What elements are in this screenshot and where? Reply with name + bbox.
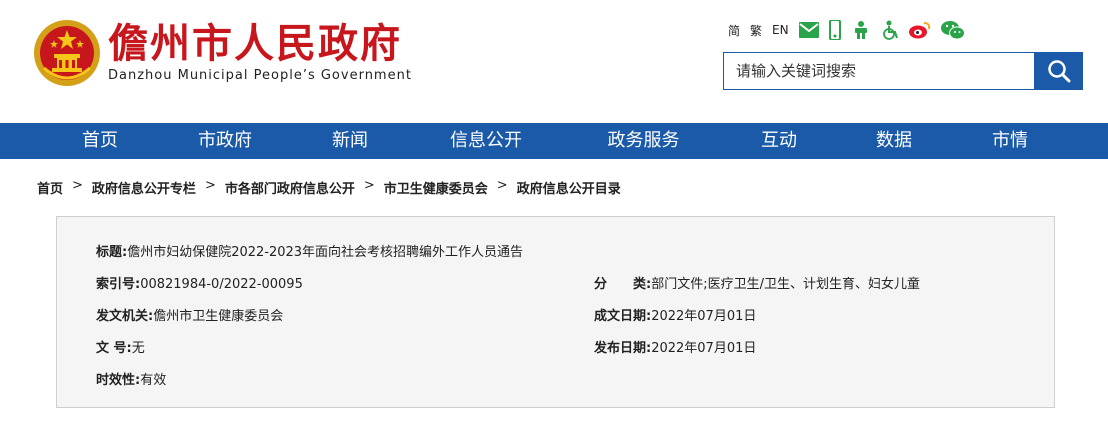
nav-item-news[interactable]: 新闻 [310,123,390,159]
info-created-row: 成文日期:2022年07月01日 [594,305,756,324]
info-docno-row: 文 号:无 [96,337,145,356]
info-validity-row: 时效性:有效 [96,369,166,388]
lang-traditional-link[interactable]: 繁 [750,22,762,39]
search-button[interactable] [1034,52,1083,90]
nav-item-info-disclosure[interactable]: 信息公开 [436,123,536,159]
mail-icon[interactable] [798,22,819,38]
breadcrumb-separator: > [204,178,216,193]
breadcrumb-home[interactable]: 首页 [37,178,63,197]
header-tools: 简 繁 EN [728,20,965,40]
info-docno-value: 无 [131,341,145,356]
nav-item-data[interactable]: 数据 [854,123,934,159]
info-category-row: 分 类:部门文件;医疗卫生/卫生、计划生育、妇女儿童 [594,273,920,292]
breadcrumb-separator: > [496,178,508,193]
wheelchair-icon[interactable] [881,20,899,40]
nav-item-interaction[interactable]: 互动 [739,123,819,159]
info-published-row: 发布日期:2022年07月01日 [594,337,756,356]
info-docno-label: 文 号: [96,341,132,356]
info-validity-value: 有效 [140,373,167,388]
search-input[interactable] [723,52,1034,90]
lang-english-link[interactable]: EN [772,23,789,37]
search-bar [723,52,1083,90]
breadcrumb-health-commission[interactable]: 市卫生健康委员会 [384,178,488,197]
nav-item-city-info[interactable]: 市情 [970,123,1050,159]
nav-item-home[interactable]: 首页 [60,123,140,159]
weibo-icon[interactable] [908,21,931,39]
breadcrumb-info-column[interactable]: 政府信息公开专栏 [92,178,196,197]
site-logo[interactable]: 儋州市人民政府 Danzhou Municipal People’s Gover… [32,18,412,88]
breadcrumb-departments[interactable]: 市各部门政府信息公开 [225,178,355,197]
header: 儋州市人民政府 Danzhou Municipal People’s Gover… [0,0,1108,123]
info-index-label: 索引号: [96,277,141,292]
info-index-row: 索引号:00821984-0/2022-00095 [96,273,303,292]
info-category-label: 分 类: [594,277,652,292]
lang-simplified-link[interactable]: 简 [728,22,740,39]
info-published-label: 发布日期: [594,341,652,356]
info-validity-label: 时效性: [96,373,141,388]
nav-item-city-government[interactable]: 市政府 [180,123,270,159]
info-category-value: 部门文件;医疗卫生/卫生、计划生育、妇女儿童 [651,277,920,292]
info-title-row: 标题:儋州市妇幼保健院2022-2023年面向社会考核招聘编外工作人员通告 [96,241,523,260]
info-created-value: 2022年07月01日 [651,309,757,324]
info-issuer-label: 发文机关: [96,309,154,324]
breadcrumb: 首页 > 政府信息公开专栏 > 市各部门政府信息公开 > 市卫生健康委员会 > … [37,178,621,197]
document-info-box: 标题:儋州市妇幼保健院2022-2023年面向社会考核招聘编外工作人员通告 索引… [56,216,1055,408]
national-emblem-icon [34,20,100,86]
wechat-icon[interactable] [940,20,965,40]
site-title-cn: 儋州市人民政府 [108,20,402,67]
nav-item-government-services[interactable]: 政务服务 [591,123,696,159]
info-issuer-row: 发文机关:儋州市卫生健康委员会 [96,305,283,324]
main-nav: 首页 市政府 新闻 信息公开 政务服务 互动 数据 市情 [0,123,1108,159]
info-title-label: 标题: [96,245,128,260]
info-issuer-value: 儋州市卫生健康委员会 [153,309,284,324]
site-title-en: Danzhou Municipal People’s Government [108,68,412,83]
info-title-value: 儋州市妇幼保健院2022-2023年面向社会考核招聘编外工作人员通告 [127,245,524,260]
breadcrumb-catalog[interactable]: 政府信息公开目录 [517,178,621,197]
info-index-value: 00821984-0/2022-00095 [140,277,303,292]
breadcrumb-separator: > [363,178,375,193]
breadcrumb-separator: > [72,178,83,193]
mobile-icon[interactable] [828,20,841,40]
search-icon [1047,60,1070,83]
info-published-value: 2022年07月01日 [651,341,757,356]
accessibility-icon[interactable] [851,20,871,40]
info-created-label: 成文日期: [594,309,652,324]
